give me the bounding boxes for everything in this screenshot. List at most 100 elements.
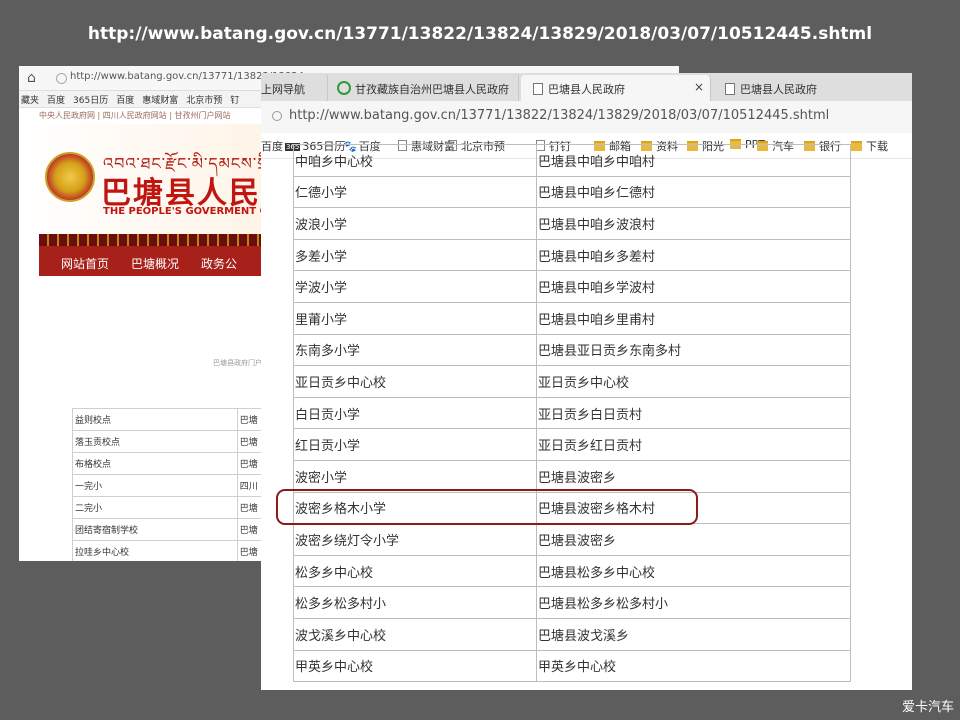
tab-ganzi-batang[interactable]: 甘孜藏族自治州巴塘县人民政府 — [331, 75, 519, 101]
school-name-cell: 学波小学 — [293, 270, 537, 303]
back-bookmark-item[interactable]: 百度 — [116, 93, 134, 106]
school-name-cell: 多差小学 — [293, 238, 537, 272]
table-row: 里莆小学 巴塘县中咱乡里甫村 — [293, 301, 851, 335]
info-icon — [56, 73, 67, 84]
back-bookmark-item[interactable]: 北京市预 — [186, 93, 222, 106]
table-row: 东南多小学 巴塘县亚日贡乡东南多村 — [293, 333, 851, 367]
back-top-links[interactable]: 中央人民政府网 | 四川人民政府网站 | 甘孜州门户网站 — [39, 110, 231, 121]
table-row: 落玉贡校点 巴塘 — [72, 430, 273, 453]
watermark: 爱卡汽车 — [901, 700, 954, 715]
address-cell: 巴塘县松多乡松多村小 — [536, 586, 851, 619]
school-name-cell: 波戈溪乡中心校 — [293, 617, 537, 651]
address-cell: 亚日贡乡中心校 — [536, 365, 851, 398]
school-name-cell: 落玉贡校点 — [72, 430, 238, 453]
tab-label: 巴塘县人民政府 — [548, 83, 625, 96]
table-row: 松多乡松多村小 巴塘县松多乡松多村小 — [293, 586, 851, 619]
address-cell: 甲英乡中心校 — [536, 649, 851, 683]
back-bookmark-item[interactable]: 惠域财富 — [142, 93, 178, 106]
address-cell: 巴塘县中咱乡中咱村 — [536, 144, 851, 177]
school-name-cell: 白日贡小学 — [293, 396, 537, 430]
back-bookmark-item[interactable]: 藏夹 — [21, 93, 39, 106]
address-cell: 亚日贡乡红日贡村 — [536, 428, 851, 461]
school-table: 中咱乡中心校 巴塘县中咱乡中咱村 仁德小学 巴塘县中咱乡仁德村 波浪小学 巴塘县中咱乡波浪… — [293, 144, 851, 683]
tab-bar: 上网导航 甘孜藏族自治州巴塘县人民政府 巴塘县人民政府 × 巴塘县人民政府 — [261, 73, 912, 101]
address-cell: 巴塘县中咱乡波浪村 — [536, 207, 851, 240]
nav-item[interactable]: 网站首页 — [61, 255, 109, 272]
gov-label: 巴塘县政府门户 — [213, 359, 262, 367]
table-row: 拉哇乡中心校 巴塘 — [72, 540, 273, 561]
school-name-cell: 波密乡绕灯令小学 — [293, 523, 537, 556]
address-cell: 巴塘县中咱乡里甫村 — [536, 301, 851, 335]
table-row: 一完小 四川 — [72, 474, 273, 497]
address-cell: 巴塘县波戈溪乡 — [536, 617, 851, 651]
globe-icon — [337, 81, 351, 95]
nav-item[interactable]: 巴塘概况 — [131, 255, 179, 272]
school-name-cell: 中咱乡中心校 — [293, 144, 537, 177]
address-cell: 巴塘县松多乡中心校 — [536, 554, 851, 588]
bookmark-label: 百度 — [261, 140, 283, 153]
table-row: 布格校点 巴塘 — [72, 452, 273, 475]
tab-label: 巴塘县人民政府 — [740, 83, 817, 96]
school-name-cell: 亚日贡乡中心校 — [293, 365, 537, 398]
front-screenshot: 上网导航 甘孜藏族自治州巴塘县人民政府 巴塘县人民政府 × 巴塘县人民政府 ht… — [261, 73, 912, 690]
school-name-cell: 一完小 — [72, 474, 238, 497]
table-row: 团结寄宿制学校 巴塘 — [72, 518, 273, 541]
bookmark-item[interactable]: 下载 — [851, 138, 888, 154]
table-row: 波密乡绕灯令小学 巴塘县波密乡 — [293, 523, 851, 556]
address-cell: 巴塘县波密乡 — [536, 459, 851, 493]
nav-item[interactable]: 政务公 — [201, 255, 237, 272]
table-row: 仁德小学 巴塘县中咱乡仁德村 — [293, 175, 851, 209]
tab-label: 上网导航 — [261, 83, 305, 96]
address-cell: 亚日贡乡白日贡村 — [536, 396, 851, 430]
table-row: 多差小学 巴塘县中咱乡多差村 — [293, 238, 851, 272]
back-bookmark-item[interactable]: 365日历 — [73, 93, 108, 106]
table-row: 亚日贡乡中心校 亚日贡乡中心校 — [293, 365, 851, 398]
table-row: 松多乡中心校 巴塘县松多乡中心校 — [293, 554, 851, 588]
info-icon[interactable] — [272, 111, 282, 121]
address-bar: http://www.batang.gov.cn/13771/13822/138… — [261, 101, 912, 134]
school-name-cell: 团结寄宿制学校 — [72, 518, 238, 541]
table-row: 甲英乡中心校 甲英乡中心校 — [293, 649, 851, 683]
school-name-cell: 益则校点 — [72, 408, 238, 431]
bookmark-label: 下载 — [866, 140, 888, 153]
address-cell: 巴塘县波密乡 — [536, 523, 851, 556]
national-emblem-icon — [45, 152, 95, 202]
school-name-cell: 二完小 — [72, 496, 238, 519]
bookmark-item[interactable]: 百度 — [261, 138, 283, 154]
table-row: 红日贡小学 亚日贡乡红日贡村 — [293, 428, 851, 461]
school-name-cell: 松多乡松多村小 — [293, 586, 537, 619]
address-cell: 巴塘县中咱乡仁德村 — [536, 175, 851, 209]
url-input[interactable]: http://www.batang.gov.cn/13771/13822/138… — [289, 108, 829, 123]
tab-batang-active[interactable]: 巴塘县人民政府 × — [521, 75, 711, 101]
table-row: 波戈溪乡中心校 巴塘县波戈溪乡 — [293, 617, 851, 651]
tab-batang-2[interactable]: 巴塘县人民政府 — [713, 75, 912, 101]
address-cell: 巴塘县中咱乡学波村 — [536, 270, 851, 303]
folder-icon — [851, 141, 862, 151]
back-school-table: 益则校点 巴塘 落玉贡校点 巴塘 布格校点 巴塘 一完小 四川 二完小 巴塘 团结寄宿制学校 巴塘 拉哇… — [72, 408, 273, 561]
tab-label: 甘孜藏族自治州巴塘县人民政府 — [355, 83, 509, 96]
table-row: 益则校点 巴塘 — [72, 408, 273, 431]
home-icon[interactable]: ⌂ — [27, 70, 36, 86]
table-row: 波密小学 巴塘县波密乡 — [293, 459, 851, 493]
school-name-cell: 红日贡小学 — [293, 428, 537, 461]
table-row: 波浪小学 巴塘县中咱乡波浪村 — [293, 207, 851, 240]
address-cell: 巴塘县中咱乡多差村 — [536, 238, 851, 272]
table-row: 白日贡小学 亚日贡乡白日贡村 — [293, 396, 851, 430]
school-name-cell: 仁德小学 — [293, 175, 537, 209]
back-bookmark-item[interactable]: 百度 — [47, 93, 65, 106]
highlight-annotation — [276, 489, 698, 525]
close-icon[interactable]: × — [694, 80, 704, 94]
school-name-cell: 波浪小学 — [293, 207, 537, 240]
tab-web-nav[interactable]: 上网导航 — [261, 75, 328, 101]
page-icon — [533, 83, 543, 95]
school-name-cell: 东南多小学 — [293, 333, 537, 367]
school-name-cell: 里莆小学 — [293, 301, 537, 335]
school-name-cell: 布格校点 — [72, 452, 238, 475]
school-name-cell: 波密小学 — [293, 459, 537, 493]
back-bookmark-item[interactable]: 钉 — [230, 93, 239, 106]
table-row: 中咱乡中心校 巴塘县中咱乡中咱村 — [293, 144, 851, 177]
page-icon — [725, 83, 735, 95]
school-name-cell: 松多乡中心校 — [293, 554, 537, 588]
table-row: 二完小 巴塘 — [72, 496, 273, 519]
caption-url: http://www.batang.gov.cn/13771/13822/138… — [87, 24, 873, 44]
